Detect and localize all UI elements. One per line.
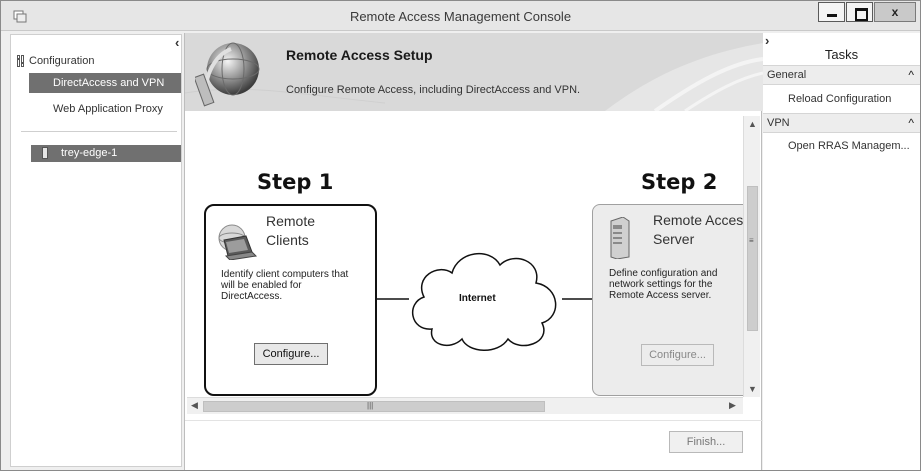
main-panel: Remote Access Setup Configure Remote Acc… bbox=[184, 33, 763, 470]
task-reload-configuration[interactable]: Reload Configuration bbox=[788, 93, 891, 105]
horizontal-scroll-thumb[interactable] bbox=[203, 401, 545, 412]
internet-label: Internet bbox=[459, 293, 496, 304]
vertical-scroll-thumb[interactable] bbox=[747, 186, 758, 331]
chevron-up-icon[interactable]: ^ bbox=[908, 66, 914, 84]
globe-icon bbox=[195, 42, 260, 107]
collapse-nav-icon[interactable]: ‹ bbox=[175, 35, 179, 50]
server-icon bbox=[42, 147, 48, 159]
remote-clients-title-line1: Remote bbox=[266, 213, 316, 229]
maximize-button[interactable] bbox=[846, 2, 873, 22]
nav-configuration-label: Configuration bbox=[29, 55, 95, 67]
scroll-left-icon[interactable]: ◀ bbox=[191, 400, 198, 411]
server-label: trey-edge-1 bbox=[61, 147, 118, 159]
app-window: Remote Access Management Console x ‹ Con… bbox=[0, 0, 921, 471]
tasks-pane: › Tasks General ^ Reload Configuration V… bbox=[763, 33, 920, 470]
close-button[interactable]: x bbox=[874, 2, 916, 22]
footer-divider bbox=[185, 420, 763, 421]
remote-access-server-title-line1: Remote Access bbox=[653, 212, 751, 228]
minimize-button[interactable] bbox=[818, 2, 845, 22]
remote-access-server-title-line2: Server bbox=[653, 231, 695, 247]
remote-access-server-description: Define configuration and network setting… bbox=[609, 268, 718, 301]
hscroll-grip-icon: ||| bbox=[367, 401, 374, 410]
chevron-up-icon[interactable]: ^ bbox=[908, 114, 914, 132]
setup-banner: Remote Access Setup Configure Remote Acc… bbox=[185, 33, 763, 111]
server-item[interactable]: trey-edge-1 bbox=[31, 145, 181, 162]
collapse-tasks-icon[interactable]: › bbox=[765, 33, 769, 48]
banner-subtitle: Configure Remote Access, including Direc… bbox=[286, 84, 581, 96]
step2-configure-button[interactable]: Configure... bbox=[641, 344, 714, 366]
remote-clients-card: Remote Clients Identify client computers… bbox=[204, 204, 377, 396]
navigation-pane: ‹ Configuration DirectAccess and VPN Web… bbox=[10, 34, 182, 467]
window-title: Remote Access Management Console bbox=[349, 9, 572, 24]
remote-clients-description: Identify client computers that will be e… bbox=[221, 269, 349, 302]
tasks-header: Tasks bbox=[824, 47, 859, 62]
scroll-up-icon[interactable]: ▲ bbox=[748, 119, 757, 129]
banner-swoosh-graphic bbox=[185, 43, 763, 111]
horizontal-scrollbar[interactable]: ◀ ||| ▶ bbox=[187, 397, 743, 414]
window-controls: x bbox=[818, 2, 916, 22]
tasks-section-vpn-label: VPN bbox=[767, 117, 790, 129]
configuration-icon bbox=[17, 55, 24, 67]
finish-button[interactable]: Finish... bbox=[669, 431, 743, 453]
scroll-right-icon[interactable]: ▶ bbox=[729, 400, 736, 411]
scroll-grip-icon: ≡ bbox=[749, 236, 754, 245]
vertical-scrollbar[interactable]: ▲ ≡ ▼ bbox=[743, 116, 760, 397]
step1-configure-button[interactable]: Configure... bbox=[254, 343, 328, 365]
tasks-section-general-label: General bbox=[767, 69, 807, 81]
tasks-section-vpn[interactable]: VPN ^ bbox=[763, 113, 920, 133]
nav-item-directaccess-vpn[interactable]: DirectAccess and VPN bbox=[29, 73, 181, 93]
nav-item-web-application-proxy[interactable]: Web Application Proxy bbox=[29, 99, 181, 119]
tasks-section-general[interactable]: General ^ bbox=[763, 65, 920, 85]
nav-configuration[interactable]: Configuration bbox=[17, 55, 94, 67]
scroll-down-icon[interactable]: ▼ bbox=[748, 384, 757, 394]
remote-clients-title-line2: Clients bbox=[266, 232, 309, 248]
nav-divider bbox=[21, 131, 177, 132]
task-open-rras-management[interactable]: Open RRAS Managem... bbox=[788, 140, 910, 152]
server-tower-icon bbox=[610, 217, 630, 259]
laptop-icon bbox=[218, 224, 258, 260]
setup-diagram: Step 1 Step 2 Remote Clients Identify cl… bbox=[187, 116, 760, 397]
title-bar: Remote Access Management Console x bbox=[1, 1, 920, 31]
remote-access-server-card: Remote Access Server Define configuratio… bbox=[592, 204, 760, 396]
banner-title: Remote Access Setup bbox=[286, 47, 433, 63]
